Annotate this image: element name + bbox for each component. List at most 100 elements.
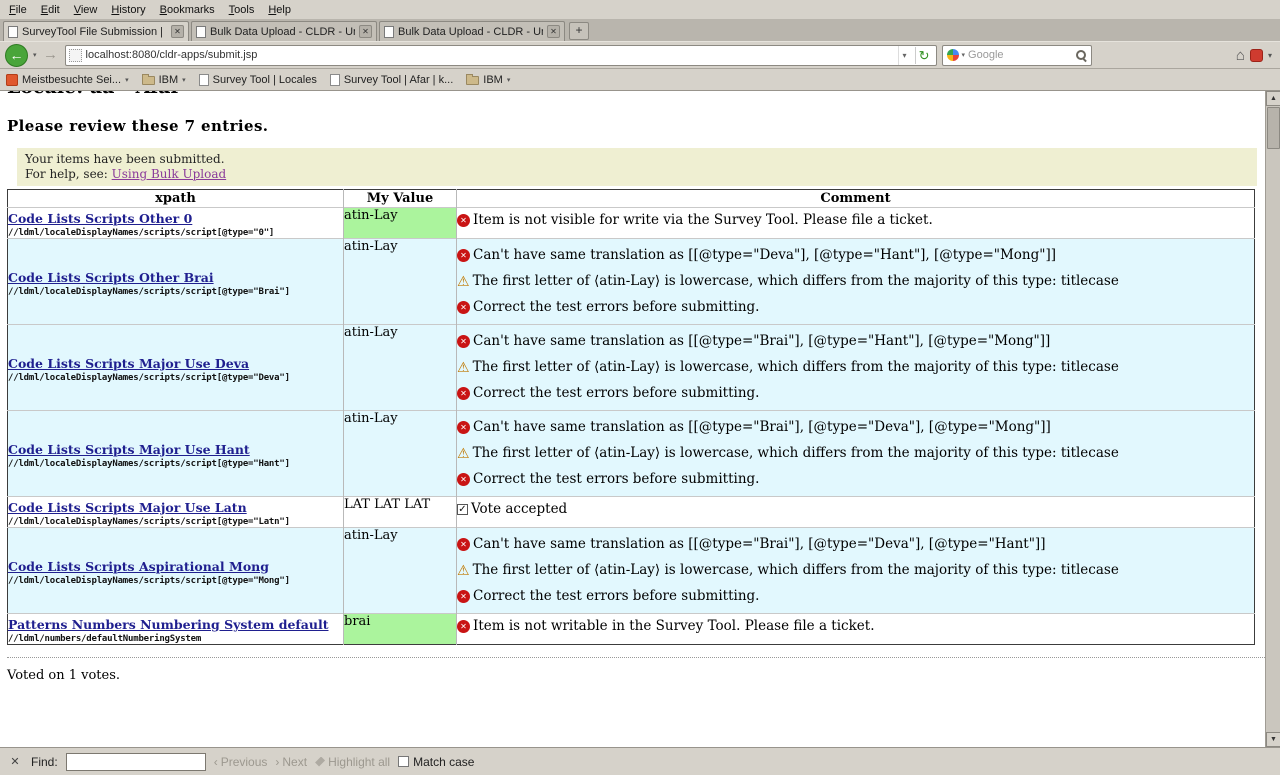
addon-icon[interactable] bbox=[1250, 49, 1263, 62]
search-bar[interactable]: ▾ Google bbox=[942, 45, 1092, 66]
scroll-up-icon[interactable]: ▲ bbox=[1266, 91, 1280, 106]
highlight-all-button[interactable]: Highlight all bbox=[315, 755, 390, 769]
tab-title: Bulk Data Upload - CLDR - Un... bbox=[398, 26, 543, 38]
comment-line: ✕ Correct the test errors before submitt… bbox=[457, 587, 1254, 606]
chevron-down-icon: ▾ bbox=[125, 76, 129, 84]
xpath-link[interactable]: Code Lists Scripts Other Brai bbox=[8, 270, 214, 285]
comment-text: The first letter of ⟨atin-Lay⟩ is lowerc… bbox=[473, 272, 1119, 291]
warning-icon: ⚠ bbox=[457, 275, 470, 289]
bookmark-folder-ibm-2[interactable]: IBM ▾ bbox=[466, 74, 510, 86]
menu-bookmarks[interactable]: Bookmarks bbox=[153, 2, 222, 18]
comment-text: Item is not writable in the Survey Tool.… bbox=[473, 617, 874, 636]
url-dropdown-icon[interactable]: ▾ bbox=[898, 46, 911, 65]
highlight-all-label: Highlight all bbox=[328, 755, 390, 769]
xpath-link[interactable]: Code Lists Scripts Other 0 bbox=[8, 211, 192, 226]
scroll-down-icon[interactable]: ▼ bbox=[1266, 732, 1280, 747]
bookmark-survey-tool-locales[interactable]: Survey Tool | Locales bbox=[199, 74, 317, 86]
notice-line-1: Your items have been submitted. bbox=[25, 152, 1249, 167]
error-icon: ✕ bbox=[457, 387, 470, 400]
xpath-path: //ldml/localeDisplayNames/scripts/script… bbox=[8, 287, 343, 297]
match-case-checkbox[interactable] bbox=[398, 756, 409, 767]
tab-title: SurveyTool File Submission | ... bbox=[22, 26, 167, 38]
comment-text: Can't have same translation as [[@type="… bbox=[473, 332, 1050, 351]
tab-survey-tool-submission[interactable]: SurveyTool File Submission | ... ✕ bbox=[3, 21, 189, 41]
menu-edit[interactable]: Edit bbox=[34, 2, 67, 18]
warning-icon: ⚠ bbox=[457, 447, 470, 461]
find-next-button[interactable]: › Next bbox=[275, 755, 307, 769]
chevron-down-icon: ▾ bbox=[182, 76, 186, 84]
vote-accepted-checkbox[interactable]: ✓ bbox=[457, 504, 468, 515]
tab-bulk-data-upload-2[interactable]: Bulk Data Upload - CLDR - Un... ✕ bbox=[379, 21, 565, 41]
new-tab-button[interactable]: + bbox=[569, 22, 589, 40]
col-header-my-value: My Value bbox=[344, 190, 457, 208]
url-bar[interactable]: localhost:8080/cldr-apps/submit.jsp ▾ ↻ bbox=[65, 45, 937, 66]
comment-line: ✕ Can't have same translation as [[@type… bbox=[457, 535, 1254, 554]
tab-bulk-data-upload-1[interactable]: Bulk Data Upload - CLDR - Un... ✕ bbox=[191, 21, 377, 41]
comment-line: ✕ Can't have same translation as [[@type… bbox=[457, 246, 1254, 265]
google-search-engine-icon[interactable] bbox=[947, 49, 959, 61]
xpath-link[interactable]: Patterns Numbers Numbering System defaul… bbox=[8, 617, 329, 632]
comment-text: Correct the test errors before submittin… bbox=[473, 587, 759, 606]
tab-close-icon[interactable]: ✕ bbox=[359, 25, 372, 38]
match-case-option[interactable]: Match case bbox=[398, 755, 474, 769]
comment-text: Vote accepted bbox=[471, 500, 567, 519]
find-previous-button[interactable]: ‹ Previous bbox=[214, 755, 268, 769]
table-header-row: xpath My Value Comment bbox=[8, 190, 1255, 208]
comment-line: ⚠ The first letter of ⟨atin-Lay⟩ is lowe… bbox=[457, 358, 1254, 377]
xpath-link[interactable]: Code Lists Scripts Aspirational Mong bbox=[8, 559, 269, 574]
table-row: Code Lists Scripts Aspirational Mong //l… bbox=[8, 528, 1255, 614]
menu-file[interactable]: File bbox=[2, 2, 34, 18]
home-icon[interactable]: ⌂ bbox=[1236, 48, 1245, 63]
search-input[interactable]: Google bbox=[968, 49, 1071, 61]
page-icon bbox=[330, 74, 340, 86]
xpath-link[interactable]: Code Lists Scripts Major Use Latn bbox=[8, 500, 247, 515]
reload-button[interactable]: ↻ bbox=[915, 47, 933, 64]
search-icon[interactable] bbox=[1075, 49, 1087, 61]
scrollbar-thumb[interactable] bbox=[1267, 107, 1280, 149]
back-history-dropdown-icon[interactable]: ▾ bbox=[33, 51, 37, 59]
error-icon: ✕ bbox=[457, 590, 470, 603]
col-header-xpath: xpath bbox=[8, 190, 344, 208]
menu-history[interactable]: History bbox=[104, 2, 152, 18]
comment-text: Can't have same translation as [[@type="… bbox=[473, 246, 1056, 265]
site-identity-icon[interactable] bbox=[69, 49, 82, 62]
page-content: Locale: aa - Afar Please review these 7 … bbox=[0, 91, 1280, 747]
browser-window: File Edit View History Bookmarks Tools H… bbox=[0, 0, 1280, 775]
review-table: xpath My Value Comment Code Lists Script… bbox=[7, 189, 1255, 645]
xpath-path: //ldml/localeDisplayNames/scripts/script… bbox=[8, 373, 343, 383]
divider bbox=[7, 657, 1265, 658]
clipped-heading-container: Locale: aa - Afar bbox=[7, 91, 1265, 100]
search-engine-dropdown-icon[interactable]: ▾ bbox=[962, 51, 966, 59]
forward-button[interactable]: → bbox=[42, 45, 60, 65]
bookmark-label: Survey Tool | Locales bbox=[213, 74, 317, 86]
menu-help[interactable]: Help bbox=[261, 2, 298, 18]
xpath-link[interactable]: Code Lists Scripts Major Use Hant bbox=[8, 442, 250, 457]
menu-view[interactable]: View bbox=[67, 2, 105, 18]
find-close-icon[interactable]: ✕ bbox=[7, 755, 23, 768]
vertical-scrollbar[interactable]: ▲ ▼ bbox=[1265, 91, 1280, 747]
comment-line: ⚠ The first letter of ⟨atin-Lay⟩ is lowe… bbox=[457, 272, 1254, 291]
find-previous-label: Previous bbox=[221, 755, 268, 769]
find-input[interactable] bbox=[66, 753, 206, 771]
comment-line: ✕ Item is not visible for write via the … bbox=[457, 211, 1254, 230]
comment-line: ✕ Correct the test errors before submitt… bbox=[457, 470, 1254, 489]
comment-line: ✕ Item is not writable in the Survey Too… bbox=[457, 617, 1254, 636]
bookmark-label: IBM bbox=[159, 74, 179, 86]
menu-tools[interactable]: Tools bbox=[222, 2, 262, 18]
error-icon: ✕ bbox=[457, 473, 470, 486]
toolbar-overflow-icon[interactable]: ▾ bbox=[1268, 51, 1275, 60]
bookmark-most-visited[interactable]: Meistbesuchte Sei... ▾ bbox=[6, 74, 129, 86]
chevron-right-icon: › bbox=[275, 755, 279, 769]
bookmark-survey-tool-afar[interactable]: Survey Tool | Afar | k... bbox=[330, 74, 453, 86]
comment-line: ✕ Correct the test errors before submitt… bbox=[457, 298, 1254, 317]
url-input[interactable]: localhost:8080/cldr-apps/submit.jsp bbox=[86, 49, 894, 61]
value-cell: LAT LAT LAT bbox=[344, 497, 457, 528]
tab-close-icon[interactable]: ✕ bbox=[547, 25, 560, 38]
tab-close-icon[interactable]: ✕ bbox=[171, 25, 184, 38]
using-bulk-upload-link[interactable]: Using Bulk Upload bbox=[112, 167, 227, 181]
bookmark-folder-ibm-1[interactable]: IBM ▾ bbox=[142, 74, 186, 86]
tab-title: Bulk Data Upload - CLDR - Un... bbox=[210, 26, 355, 38]
back-button[interactable]: ← bbox=[5, 44, 28, 67]
xpath-link[interactable]: Code Lists Scripts Major Use Deva bbox=[8, 356, 249, 371]
notice-help-prefix: For help, see: bbox=[25, 167, 112, 181]
